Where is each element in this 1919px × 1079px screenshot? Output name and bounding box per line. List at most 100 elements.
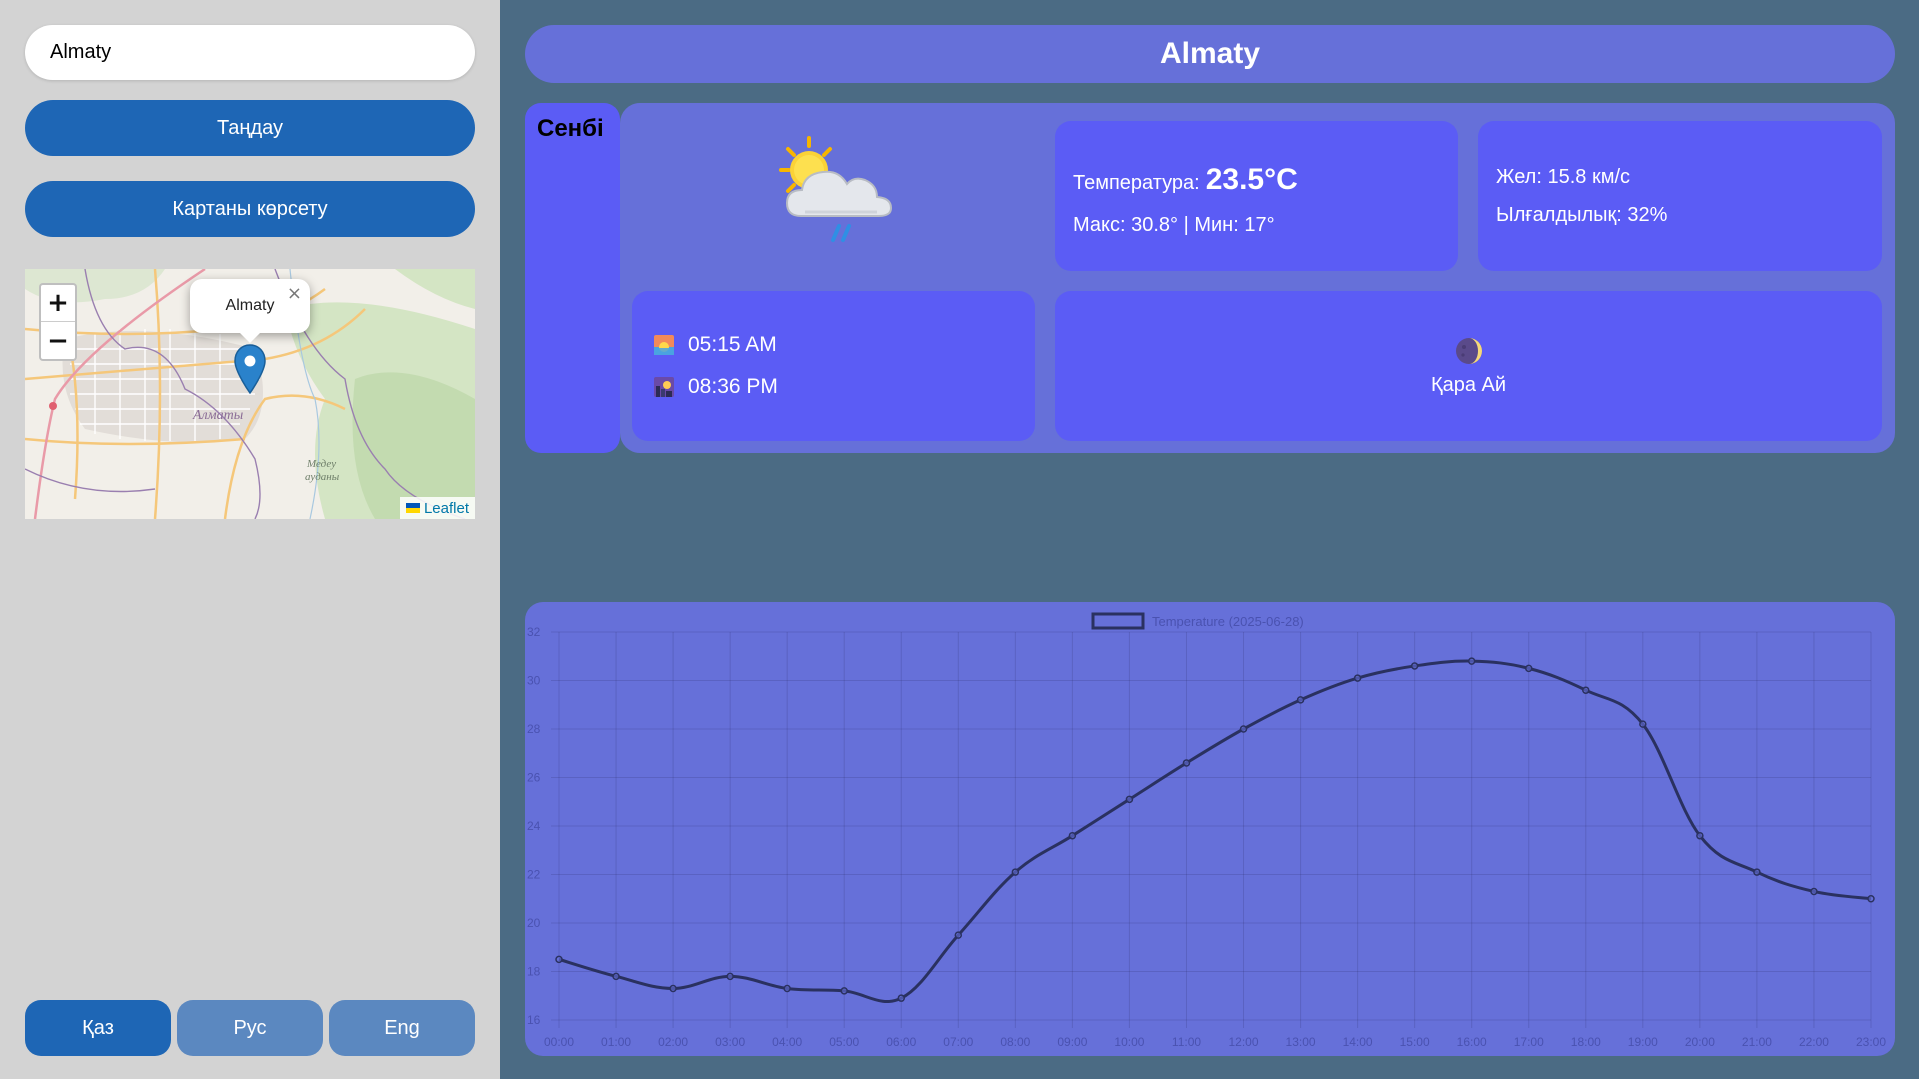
leaflet-link[interactable]: Leaflet <box>424 500 469 517</box>
legend-label[interactable]: Temperature (2025-06-28) <box>1152 614 1304 629</box>
svg-text:ауданы: ауданы <box>305 471 340 483</box>
language-kazakh-button[interactable]: Қаз <box>25 1000 171 1056</box>
moon-phase-label: Қара Ай <box>1430 373 1507 396</box>
weather-icon-card <box>632 115 1037 265</box>
y-tick-label: 30 <box>527 674 541 688</box>
data-point[interactable] <box>783 984 791 993</box>
y-tick-label: 18 <box>527 965 541 979</box>
data-point[interactable] <box>1467 657 1476 665</box>
map-attribution[interactable]: Leaflet <box>399 497 475 519</box>
x-tick-label: 16:00 <box>1457 1035 1487 1049</box>
y-tick-label: 24 <box>527 819 541 833</box>
map-zoom-control: + − <box>39 283 77 361</box>
data-point[interactable] <box>1410 662 1419 670</box>
data-point[interactable] <box>1810 887 1818 896</box>
data-point[interactable] <box>1524 664 1533 673</box>
data-point[interactable] <box>1182 759 1191 767</box>
sunrise-time: 05:15 AM <box>688 333 777 356</box>
sun-times-card: 05:15 AM 08:36 PM <box>632 291 1035 441</box>
data-point[interactable] <box>1867 895 1875 903</box>
data-point[interactable] <box>555 955 563 964</box>
x-tick-label: 18:00 <box>1571 1035 1601 1049</box>
temperature-card: Температура: 23.5°C Макс: 30.8° | Мин: 1… <box>1055 121 1458 271</box>
data-point[interactable] <box>1068 831 1077 840</box>
sunset-time: 08:36 PM <box>688 375 778 398</box>
x-tick-label: 12:00 <box>1229 1035 1259 1049</box>
y-tick-label: 22 <box>527 868 541 882</box>
temperature-label: Температура: <box>1073 172 1200 194</box>
sunrise-icon <box>654 335 674 355</box>
x-tick-label: 08:00 <box>1000 1035 1030 1049</box>
language-russian-button[interactable]: Рус <box>177 1000 323 1056</box>
x-tick-label: 09:00 <box>1057 1035 1087 1049</box>
select-city-button[interactable]: Таңдау <box>25 100 475 156</box>
day-forecast-panel: Температура: 23.5°C Макс: 30.8° | Мин: 1… <box>620 103 1895 453</box>
data-point[interactable] <box>897 994 906 1002</box>
map-popup: Almaty × <box>190 279 310 343</box>
zoom-in-button[interactable]: + <box>41 285 75 322</box>
x-tick-label: 17:00 <box>1514 1035 1544 1049</box>
data-point[interactable] <box>1011 868 1020 876</box>
day-tab-saturday[interactable]: Сенбі <box>525 103 620 453</box>
data-point[interactable] <box>1639 720 1647 728</box>
x-tick-label: 04:00 <box>772 1035 802 1049</box>
data-point[interactable] <box>840 987 848 995</box>
moon-phase-icon <box>1455 337 1482 364</box>
x-tick-label: 15:00 <box>1400 1035 1430 1049</box>
svg-text:Алматы: Алматы <box>192 408 243 423</box>
city-title: Almaty <box>525 25 1895 83</box>
x-tick-label: 11:00 <box>1172 1035 1201 1049</box>
map-popup-label: Almaty <box>225 297 275 314</box>
x-tick-label: 22:00 <box>1799 1035 1829 1049</box>
x-tick-label: 23:00 <box>1856 1035 1886 1049</box>
data-point[interactable] <box>1696 831 1704 840</box>
city-search-input[interactable] <box>25 25 475 80</box>
wind-humidity-card: Жел: 15.8 км/с Ылғалдылық: 32% <box>1478 121 1882 271</box>
x-tick-label: 00:00 <box>544 1035 574 1049</box>
city-map[interactable]: Алматы Медеу ауданы + − Almaty × Leaflet <box>25 269 475 519</box>
data-point[interactable] <box>954 931 963 939</box>
x-tick-label: 02:00 <box>658 1035 688 1049</box>
y-tick-label: 26 <box>527 771 541 785</box>
x-tick-label: 05:00 <box>829 1035 859 1049</box>
show-map-button[interactable]: Картаны көрсету <box>25 181 475 237</box>
x-tick-label: 19:00 <box>1628 1035 1658 1049</box>
y-tick-label: 20 <box>527 916 541 930</box>
moon-phase-card: Қара Ай <box>1055 291 1882 441</box>
x-tick-label: 13:00 <box>1286 1035 1316 1049</box>
svg-text:Медеу: Медеу <box>306 458 336 470</box>
humidity: Ылғалдылық: 32% <box>1496 204 1668 226</box>
x-tick-label: 10:00 <box>1114 1035 1144 1049</box>
y-tick-label: 28 <box>527 722 541 736</box>
x-tick-label: 14:00 <box>1343 1035 1373 1049</box>
temperature-chart: 16 18 20 22 24 26 28 30 32 00:00 01:00 02:00 03:00 0… <box>525 602 1895 1056</box>
data-point[interactable] <box>1582 686 1590 694</box>
close-icon[interactable]: × <box>287 283 302 304</box>
x-tick-label: 01:00 <box>601 1035 631 1049</box>
x-tick-label: 20:00 <box>1685 1035 1715 1049</box>
data-point[interactable] <box>1353 674 1362 682</box>
data-point[interactable] <box>1296 696 1305 704</box>
data-point[interactable] <box>669 984 677 993</box>
data-point[interactable] <box>726 972 734 981</box>
x-tick-label: 21:00 <box>1742 1035 1772 1049</box>
legend-swatch[interactable] <box>1091 612 1145 630</box>
x-tick-label: 06:00 <box>886 1035 916 1049</box>
data-point[interactable] <box>1125 795 1134 804</box>
temperature-value: 23.5°C <box>1205 163 1298 196</box>
zoom-out-button[interactable]: − <box>41 322 75 359</box>
data-point[interactable] <box>1239 725 1248 733</box>
sunset-icon <box>654 377 674 397</box>
data-point[interactable] <box>612 972 620 981</box>
temperature-series-line <box>558 659 1872 1004</box>
temperature-line-chart: 16 18 20 22 24 26 28 30 32 00:00 01:00 02:00 03:00 0… <box>527 612 1886 1049</box>
y-tick-label: 16 <box>527 1013 541 1027</box>
wind-speed: Жел: 15.8 км/с <box>1496 166 1631 188</box>
x-tick-label: 07:00 <box>943 1035 973 1049</box>
y-tick-label: 32 <box>527 625 541 639</box>
sun-behind-rain-cloud-icon <box>779 136 893 242</box>
language-english-button[interactable]: Eng <box>329 1000 475 1056</box>
map-marker-icon[interactable] <box>234 344 266 399</box>
flag-icon <box>405 503 420 513</box>
data-point[interactable] <box>1753 868 1761 876</box>
